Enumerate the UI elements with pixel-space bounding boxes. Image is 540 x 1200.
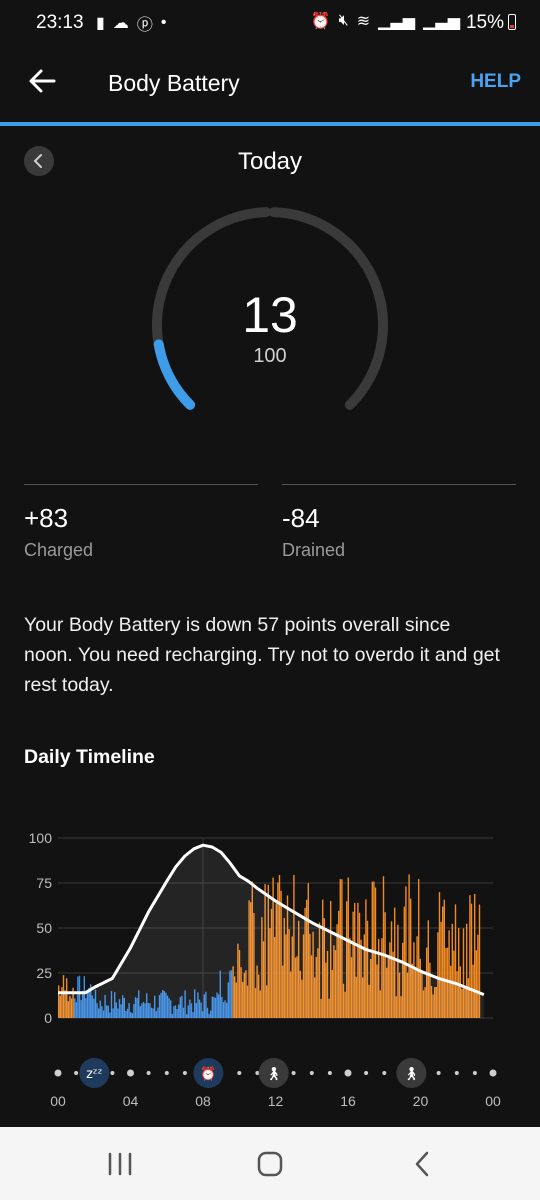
battery-icon: [508, 14, 516, 30]
home-icon: [257, 1151, 283, 1177]
charged-stat: +83 Charged: [24, 484, 258, 561]
timeline-dot: [164, 1071, 169, 1075]
battery-area: [58, 845, 484, 1018]
timeline-dot: [182, 1071, 187, 1075]
notification-icon: ▮: [96, 15, 105, 32]
timeline-dot: [382, 1071, 387, 1075]
timeline-dot: [291, 1071, 296, 1075]
alarm-status-icon: ⏰: [310, 13, 331, 30]
timeline-dot: [344, 1069, 352, 1077]
charged-label: Charged: [24, 540, 94, 560]
app-notification-icon: ⓟ: [136, 17, 153, 34]
accent-divider: [0, 122, 540, 126]
battery-percent: 15%: [465, 12, 504, 33]
mute-icon: 🔇︎: [338, 12, 349, 29]
signal-sim2-icon: ▁▃▅: [423, 13, 460, 30]
timeline-dot: [472, 1071, 477, 1075]
y-tick-label: 25: [36, 965, 52, 981]
x-tick-label: 16: [340, 1093, 356, 1109]
x-tick-label: 04: [123, 1093, 139, 1109]
alarm-icon-glyph: ⏰: [200, 1065, 216, 1082]
gauge-track-segment: [268, 207, 371, 271]
walk-icon-glyph: 🚶︎: [403, 1067, 420, 1082]
status-bar: 23:13 ▮ ☁ ⓟ • ⏰ 🔇︎ ≋ ▁▃▅ ▁▃▅ 15%: [0, 0, 540, 44]
y-tick-label: 50: [36, 920, 52, 936]
cloud-icon: ☁: [112, 15, 129, 32]
event-timeline: zᶻᶻ ⏰ 🚶︎ 🚶︎: [54, 1058, 497, 1088]
drained-value: -84: [282, 503, 320, 533]
x-axis-labels: 00 04 08 12 16 20 00: [50, 1093, 501, 1109]
timeline-dot: [237, 1071, 242, 1075]
more-dot-icon: •: [160, 14, 167, 31]
day-title: Today: [237, 148, 303, 175]
home-button[interactable]: [250, 1147, 290, 1181]
signal-sim1-icon: ▁▃▅: [378, 13, 416, 30]
recent-apps-button[interactable]: [100, 1147, 140, 1181]
timeline-dot: [454, 1071, 459, 1075]
timeline-heading: Daily Timeline: [24, 746, 155, 768]
x-tick-label: 20: [413, 1093, 429, 1109]
timeline-dot: [110, 1071, 115, 1075]
timeline-dot: [327, 1071, 332, 1075]
walk-icon-glyph: 🚶︎: [265, 1067, 282, 1082]
y-tick-label: 100: [29, 830, 53, 846]
timeline-dot: [309, 1071, 314, 1075]
x-tick-label: 00: [50, 1093, 66, 1109]
help-button[interactable]: HELP: [470, 71, 521, 93]
charged-value: +83: [24, 503, 69, 533]
timeline-dot: [364, 1071, 369, 1075]
sleep-icon-glyph: zᶻᶻ: [86, 1067, 102, 1082]
status-time: 23:13: [36, 12, 84, 33]
timeline-dot: [74, 1071, 79, 1075]
x-tick-label: 00: [485, 1093, 501, 1109]
gauge-value: 13: [242, 287, 298, 343]
summary-text: Your Body Battery is down 57 points over…: [24, 614, 500, 696]
gauge-track-segment: [169, 207, 272, 271]
app-bar: Body Battery HELP: [0, 44, 540, 122]
y-axis-labels: 100 75 50 25 0: [29, 830, 53, 1026]
timeline-dot: [489, 1069, 497, 1077]
timeline-dot: [146, 1071, 151, 1075]
page-title: Body Battery: [108, 70, 240, 96]
recent-apps-icon: [108, 1152, 132, 1176]
y-tick-label: 0: [44, 1010, 52, 1026]
wifi-icon: ≋: [356, 13, 371, 30]
drained-stat: -84 Drained: [282, 484, 516, 561]
back-button[interactable]: [26, 64, 60, 98]
y-tick-label: 75: [36, 875, 52, 891]
system-nav-bar: [0, 1127, 540, 1200]
timeline-dot: [54, 1069, 62, 1077]
daily-timeline-chart[interactable]: 100 75 50 25 0 zᶻᶻ ⏰ 🚶︎ 🚶︎ 00 04 08 12 16 20 00: [0, 820, 540, 1120]
timeline-dot: [127, 1069, 134, 1077]
drained-label: Drained: [282, 540, 346, 560]
x-tick-label: 12: [268, 1093, 284, 1109]
chevron-left-icon: [415, 1151, 429, 1177]
x-tick-label: 08: [195, 1093, 211, 1109]
arrow-left-icon: [29, 69, 56, 93]
gauge-max: 100: [253, 345, 287, 367]
timeline-dot: [436, 1071, 441, 1075]
system-back-button[interactable]: [402, 1147, 442, 1181]
